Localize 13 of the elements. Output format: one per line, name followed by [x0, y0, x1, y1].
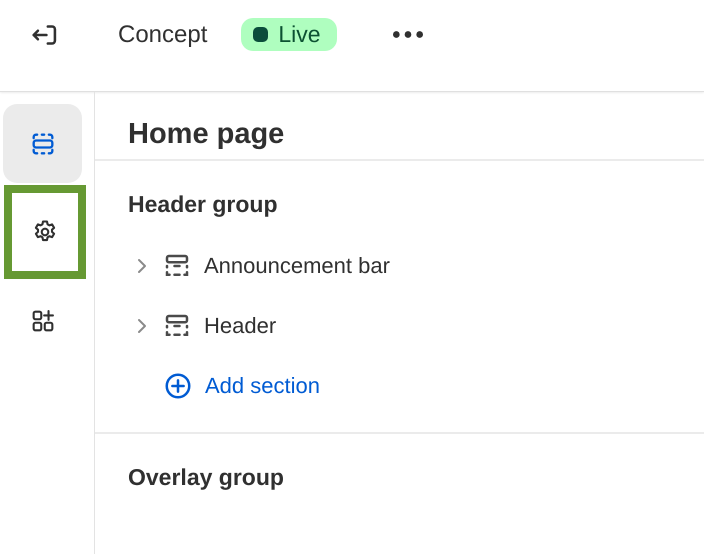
more-icon — [392, 31, 423, 38]
sections-tab[interactable] — [3, 104, 82, 183]
add-icon — [163, 371, 193, 401]
group-title: Overlay group — [128, 464, 285, 491]
section-item[interactable]: Announcement bar — [130, 236, 390, 296]
group-title: Header group — [128, 191, 279, 218]
page-title: Home page — [95, 92, 704, 161]
more-button[interactable] — [392, 31, 423, 38]
theme-name: Concept — [118, 20, 208, 48]
add-section-button[interactable]: Add section — [163, 356, 320, 416]
settings-tab[interactable] — [4, 185, 86, 279]
section-item[interactable]: Header — [130, 296, 276, 356]
status-label: Live — [278, 21, 321, 48]
